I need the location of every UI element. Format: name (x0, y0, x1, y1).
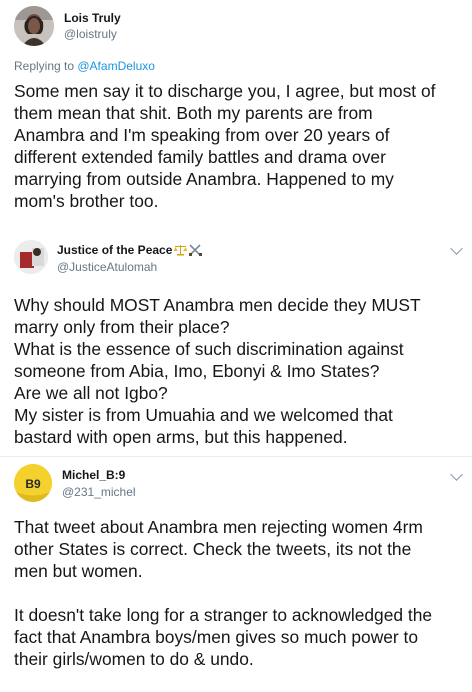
avatar[interactable] (14, 240, 48, 274)
tweet-text-line: mom's brother too. (14, 191, 159, 211)
display-name[interactable]: Michel_B:9 (62, 468, 125, 482)
tweet-text-line: Anambra and I'm speaking from over 20 ye… (14, 125, 390, 145)
tweet-text-line: My sister is from Umuahia and we welcome… (14, 405, 393, 425)
tweet-text-line: their girls/women to do & undo. (14, 649, 254, 669)
tweet-text-line: men but women. (14, 561, 143, 581)
tweet-text: That tweet about Anambra men rejecting w… (14, 516, 464, 670)
display-name[interactable]: Justice of the Peace (57, 243, 203, 259)
tweet-text-line: Some men say it to discharge you, I agre… (14, 81, 436, 101)
chevron-down-icon[interactable] (450, 242, 463, 255)
balance-scale-icon (174, 244, 188, 259)
tweet-text-line: It doesn't take long for a stranger to a… (14, 605, 433, 625)
tweet-text-line: marry only from their place? (14, 317, 230, 337)
tweet-text: Some men say it to discharge you, I agre… (14, 80, 464, 212)
tweet-text: Why should MOST Anambra men decide they … (14, 294, 464, 448)
tweet-text-line: What is the essence of such discriminati… (14, 339, 404, 359)
tweet-text-line: That tweet about Anambra men rejecting w… (14, 517, 423, 537)
tweet-divider (0, 456, 472, 457)
user-handle[interactable]: @231_michel (62, 485, 136, 499)
tweet-text-line: Why should MOST Anambra men decide they … (14, 295, 421, 315)
tweet-text-line: them mean that shit. Both my parents are… (14, 103, 373, 123)
replying-to: Replying to @AfamDeluxo (14, 59, 155, 73)
replying-to-label: Replying to (14, 59, 78, 73)
display-name-text: Justice of the Peace (57, 243, 173, 257)
user-handle[interactable]: @JusticeAtulomah (57, 260, 157, 274)
tweet-text-line: fact that Anambra boys/men gives so much… (14, 627, 419, 647)
avatar[interactable]: B9 (14, 464, 52, 502)
user-handle[interactable]: @loistruly (64, 27, 117, 41)
tweet-text-line: other States is correct. Check the tweet… (14, 539, 412, 559)
display-name[interactable]: Lois Truly (64, 11, 121, 25)
chevron-down-icon[interactable] (450, 468, 463, 481)
tweet-text-line: different extended family battles and dr… (14, 147, 386, 167)
avatar[interactable] (14, 6, 54, 46)
crossed-swords-icon (189, 244, 203, 259)
tweet-text-line (14, 582, 464, 604)
avatar-text: B9 (25, 477, 41, 491)
tweet-text-line: bastard with open arms, but this happene… (14, 427, 348, 447)
tweet-text-line: someone from Abia, Imo, Ebonyi & Imo Sta… (14, 361, 380, 381)
reply-mention-link[interactable]: @AfamDeluxo (77, 59, 155, 73)
tweet-text-line: Are we all not Igbo? (14, 383, 168, 403)
tweet-text-line: marrying from outside Anambra. Happened … (14, 169, 394, 189)
